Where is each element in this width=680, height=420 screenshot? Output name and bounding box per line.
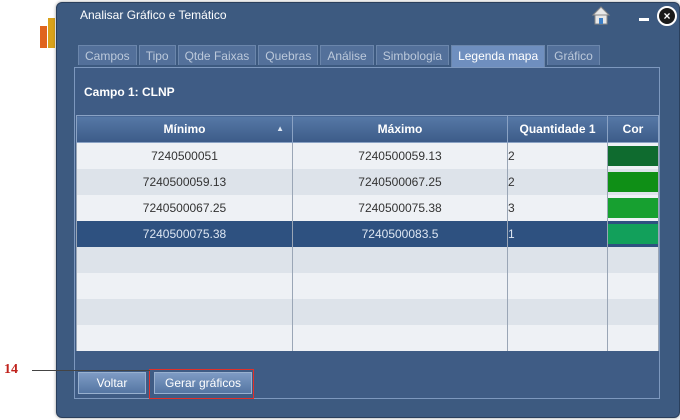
cell-color[interactable] xyxy=(607,195,659,221)
back-button[interactable]: Voltar xyxy=(78,372,146,394)
cell-max: 7240500083.5 xyxy=(292,221,508,247)
tab-bar: Campos Tipo Qtde Faixas Quebras Análise … xyxy=(78,45,602,67)
cell-quantity: 2 xyxy=(507,142,608,169)
column-header-color[interactable]: Cor xyxy=(607,115,659,143)
tab-campos[interactable]: Campos xyxy=(78,45,137,65)
color-swatch[interactable] xyxy=(608,172,658,192)
cell-color[interactable] xyxy=(607,142,659,169)
color-swatch[interactable] xyxy=(608,198,658,218)
cell-max: 7240500059.13 xyxy=(292,142,508,169)
tab-grafico[interactable]: Gráfico xyxy=(547,45,600,65)
empty-row xyxy=(76,299,659,325)
legend-table: Mínimo ▲ Máximo Quantidade 1 Cor 7240500… xyxy=(76,115,659,351)
annotation-number: 14 xyxy=(4,362,18,377)
table-row[interactable]: 7240500067.25 7240500075.38 3 xyxy=(76,195,659,221)
window-title: Analisar Gráfico e Temático xyxy=(80,8,227,22)
minimize-button[interactable] xyxy=(638,11,650,21)
tab-tipo[interactable]: Tipo xyxy=(138,45,176,65)
tab-analise[interactable]: Análise xyxy=(320,45,374,65)
home-icon[interactable] xyxy=(591,5,611,25)
column-header-min-label: Mínimo xyxy=(163,122,206,136)
cell-max: 7240500067.25 xyxy=(292,169,508,195)
column-header-min[interactable]: Mínimo ▲ xyxy=(76,115,293,143)
field-label: Campo 1: CLNP xyxy=(84,85,175,99)
tab-qtde-faixas[interactable]: Qtde Faixas xyxy=(177,45,257,65)
table-row[interactable]: 7240500059.13 7240500067.25 2 xyxy=(76,169,659,195)
cell-quantity: 1 xyxy=(507,221,608,247)
table-row-selected[interactable]: 7240500075.38 7240500083.5 1 xyxy=(76,221,659,247)
tab-legenda-mapa[interactable]: Legenda mapa xyxy=(451,45,546,67)
cell-max: 7240500075.38 xyxy=(292,195,508,221)
close-button[interactable]: × xyxy=(657,6,677,26)
cell-min: 7240500075.38 xyxy=(76,221,293,247)
annotation-callout-line xyxy=(32,370,150,371)
empty-row xyxy=(76,325,659,351)
empty-row xyxy=(76,247,659,273)
cell-min: 7240500051 xyxy=(76,142,293,169)
sort-ascending-icon: ▲ xyxy=(276,124,284,133)
tab-quebras[interactable]: Quebras xyxy=(258,45,319,65)
tab-simbologia[interactable]: Simbologia xyxy=(375,45,450,65)
color-swatch[interactable] xyxy=(608,224,658,244)
cell-quantity: 2 xyxy=(507,169,608,195)
empty-row xyxy=(76,273,659,299)
cell-quantity: 3 xyxy=(507,195,608,221)
color-swatch[interactable] xyxy=(608,146,658,166)
cell-min: 7240500059.13 xyxy=(76,169,293,195)
table-row[interactable]: 7240500051 7240500059.13 2 xyxy=(76,142,659,169)
cell-color[interactable] xyxy=(607,169,659,195)
column-header-max[interactable]: Máximo xyxy=(292,115,508,143)
annotation-highlight-box xyxy=(149,369,254,399)
cell-min: 7240500067.25 xyxy=(76,195,293,221)
column-header-quantity[interactable]: Quantidade 1 xyxy=(507,115,608,143)
cell-color[interactable] xyxy=(607,221,659,247)
